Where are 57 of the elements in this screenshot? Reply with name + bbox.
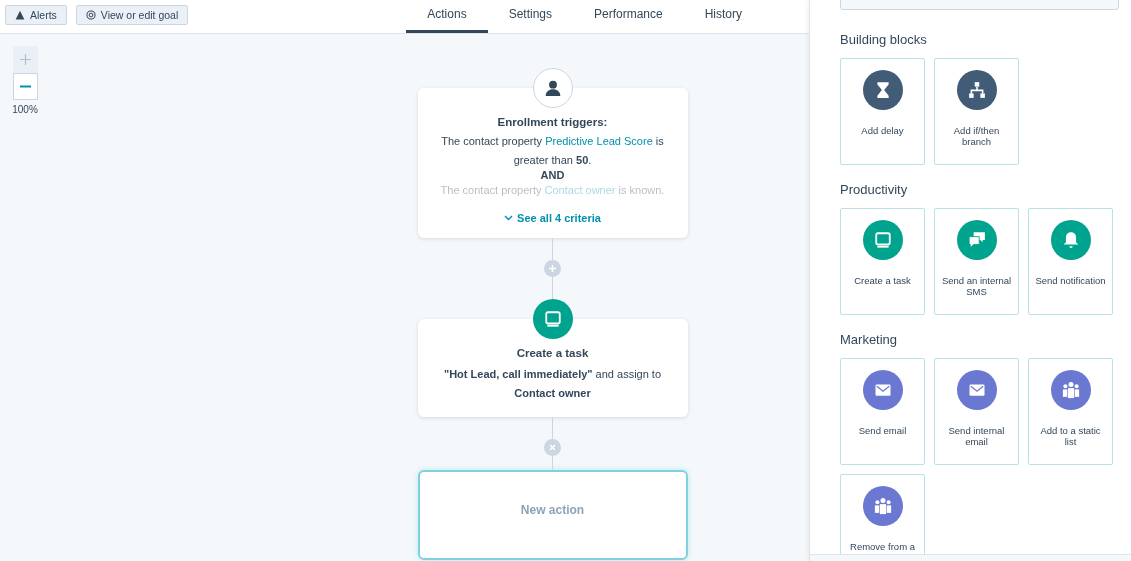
action-tile[interactable]: Remove from a (840, 474, 925, 554)
action-label: Remove from a (849, 541, 916, 552)
action-label: Send internal email (947, 425, 1006, 447)
action-tile[interactable]: Add delay (840, 58, 925, 165)
tab[interactable]: Performance (573, 0, 684, 33)
plus-icon (19, 54, 31, 65)
section-heading: Marketing (840, 332, 899, 347)
new-action-label: New action (520, 502, 585, 517)
action-tile[interactable]: Send email (840, 358, 925, 465)
action-tile[interactable]: Add if/then branch (934, 58, 1019, 165)
action-label: Send email (857, 425, 908, 436)
close-icon (548, 442, 557, 452)
tab[interactable]: Actions (406, 0, 488, 33)
people-icon (872, 496, 893, 516)
action-label: Add if/then branch (952, 125, 1001, 147)
target-icon (85, 10, 96, 20)
action-label: Send notification (1034, 275, 1107, 286)
action-label: Add to a static list (1039, 425, 1102, 447)
chat-icon (967, 231, 986, 249)
trigger-title: Enrollment triggers: (497, 116, 608, 128)
action-label: Send an internal SMS (940, 275, 1013, 297)
warning-icon (15, 10, 25, 20)
add-step-button[interactable] (544, 259, 561, 277)
section-heading: Productivity (840, 182, 909, 197)
zoom-out-button[interactable] (12, 73, 38, 100)
plus-icon (548, 263, 557, 273)
criterion-text: The contact property Contact owner is known. (440, 183, 665, 198)
zoom-level: 100% (12, 104, 38, 115)
alerts-button[interactable]: Alerts (5, 5, 67, 25)
bell-icon (1061, 231, 1080, 249)
minus-icon (19, 85, 31, 88)
see-all-link[interactable]: See all 4 criteria (504, 211, 601, 224)
action-label: Create a task (853, 275, 912, 286)
remove-step-button[interactable] (544, 438, 561, 456)
branch-icon (967, 81, 986, 99)
trigger-card[interactable]: Enrollment triggers: The contact property Predictive Lead Score is greater than 50. AND The contact property Contact owner is known. See all 4 criteria (417, 88, 688, 238)
action-tile[interactable]: Send an internal SMS (934, 208, 1019, 315)
chevron-down-icon (504, 214, 514, 221)
property-link[interactable]: Predictive Lead Score (545, 135, 653, 147)
action-card[interactable]: Create a task "Hot Lead, call immediately" and assign to Contact owner (417, 318, 688, 417)
and-label: AND (540, 169, 565, 181)
goal-button[interactable]: View or edit goal (75, 5, 189, 25)
task-icon (543, 309, 562, 328)
people-icon (1060, 380, 1081, 400)
criterion-text: The contact property Predictive Lead Score is greater than 50. (440, 134, 665, 168)
action-label: Add delay (860, 125, 905, 136)
action-tile[interactable]: Send notification (1028, 208, 1113, 315)
action-tile[interactable]: Add to a static list (1028, 358, 1113, 465)
task-icon (873, 231, 892, 249)
action-tile[interactable]: Create a task (840, 208, 925, 315)
section-heading: Building blocks (840, 32, 928, 47)
tab[interactable]: Settings (487, 0, 573, 33)
action-description: "Hot Lead, call immediately" and assign to Contact owner (442, 366, 663, 401)
action-tile[interactable]: Send internal email (934, 358, 1019, 465)
action-title: Create a task (516, 346, 589, 359)
tab[interactable]: History (683, 0, 764, 33)
person-icon (543, 79, 562, 97)
